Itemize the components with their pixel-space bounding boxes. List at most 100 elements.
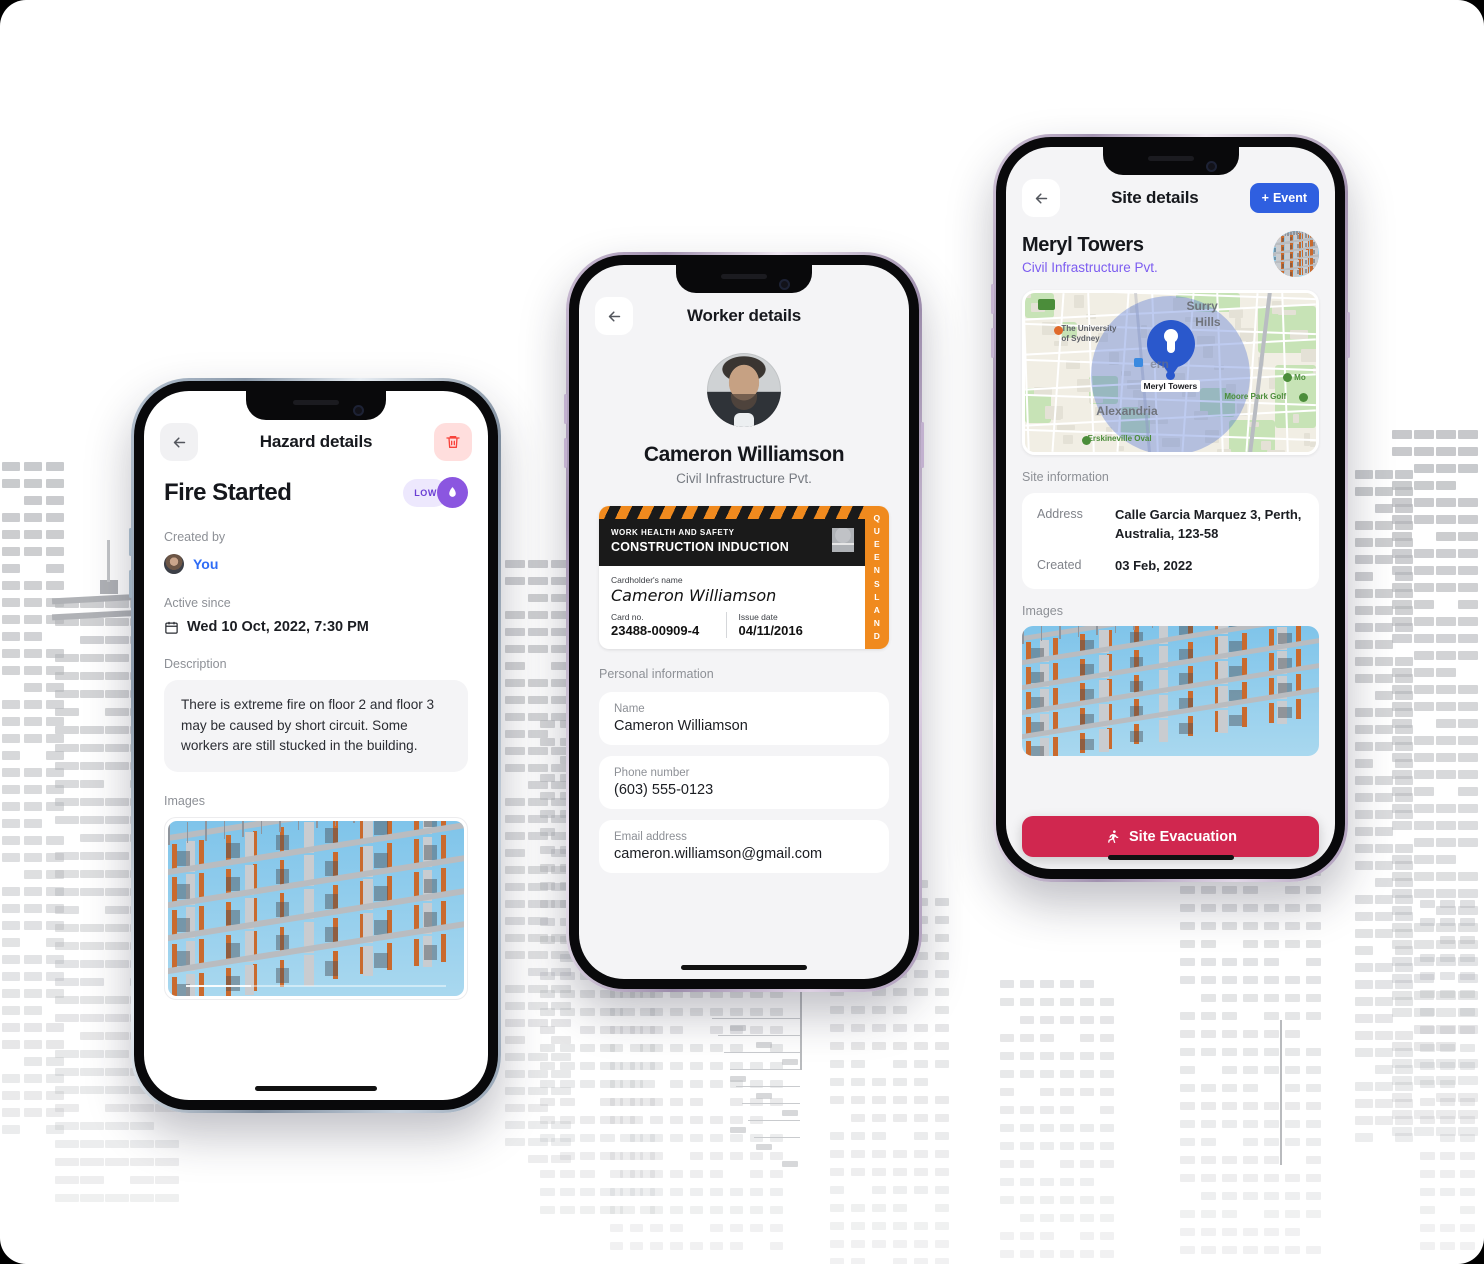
- skyline-window: [1392, 957, 1412, 966]
- worker-content: Cameron Williamson Civil Infrastructure …: [579, 353, 909, 873]
- skyline-window: [730, 1025, 746, 1031]
- skyline-window: [505, 1053, 525, 1061]
- skyline-window: [505, 798, 525, 806]
- skyline-window: [105, 1086, 129, 1094]
- skyline-window: [1180, 904, 1195, 912]
- created-by-row[interactable]: You: [164, 554, 468, 574]
- skyline-window: [528, 1104, 548, 1112]
- skyline-window: [80, 852, 104, 860]
- skyline-window: [1375, 844, 1393, 853]
- delete-button[interactable]: [434, 423, 472, 461]
- skyline-window: [1440, 1152, 1455, 1160]
- skyline-window: [2, 972, 20, 981]
- skyline-window: [1440, 1188, 1455, 1196]
- skyline-window: [872, 1096, 886, 1104]
- skyline-window: [1355, 521, 1373, 530]
- skyline-window: [750, 1098, 763, 1106]
- skyline-window: [1375, 912, 1393, 921]
- skyline-window: [1458, 430, 1478, 439]
- skyline-window: [1395, 1099, 1413, 1108]
- skyline-window: [1040, 1232, 1054, 1240]
- volume-down-button[interactable]: [564, 438, 567, 468]
- created-by-value[interactable]: You: [193, 556, 218, 572]
- site-map[interactable]: Meryl Towers Surry Hills The University of S…: [1022, 290, 1319, 455]
- volume-down-button[interactable]: [991, 328, 994, 358]
- field-email-address[interactable]: Email address cameron.williamson@gmail.c…: [599, 820, 889, 873]
- power-button[interactable]: [1347, 312, 1350, 358]
- skyline-window: [1355, 742, 1373, 751]
- skyline-window: [1180, 940, 1195, 948]
- skyline-window: [46, 581, 64, 590]
- skyline-window: [851, 1114, 865, 1122]
- info-key: Created: [1037, 557, 1082, 572]
- skyline-window: [750, 1116, 763, 1124]
- skyline-window: [55, 1014, 79, 1022]
- skyline-window: [770, 1206, 783, 1214]
- skyline-window: [1392, 736, 1412, 745]
- skyline-window: [1436, 430, 1456, 439]
- skyline-window: [1436, 940, 1456, 949]
- volume-up-button[interactable]: [991, 284, 994, 314]
- skyline-window: [630, 1242, 643, 1250]
- skyline-window: [580, 1062, 595, 1070]
- skyline-window: [640, 1098, 655, 1106]
- scaffold-bar: [1096, 625, 1098, 635]
- shadow-gap: [423, 845, 437, 861]
- field-name[interactable]: Name Cameron Williamson: [599, 692, 889, 745]
- volume-buttons[interactable]: [129, 528, 132, 556]
- volume-up-button[interactable]: [564, 394, 567, 424]
- skyline-window: [670, 1098, 683, 1106]
- skyline-window: [1355, 589, 1373, 598]
- skyline-window: [600, 1206, 615, 1214]
- volume-down-button[interactable]: [129, 570, 132, 598]
- skyline-window: [80, 1086, 104, 1094]
- skyline-window: [1392, 1076, 1412, 1085]
- skyline-window: [540, 720, 555, 728]
- skyline-window: [1392, 1110, 1412, 1119]
- back-button[interactable]: [595, 297, 633, 335]
- skyline-window: [1460, 1224, 1475, 1232]
- skyline-window: [46, 1125, 64, 1134]
- skyline-window: [1201, 1012, 1216, 1020]
- info-value: Calle Garcia Marquez 3, Perth, Australia…: [1115, 507, 1302, 541]
- skyline-window: [600, 990, 615, 998]
- skyline-window: [560, 1098, 575, 1106]
- site-image-card[interactable]: [1022, 625, 1319, 756]
- concrete-column: [1158, 719, 1169, 743]
- site-evacuation-button[interactable]: Site Evacuation: [1022, 816, 1319, 857]
- hazard-image-card[interactable]: [164, 816, 468, 1000]
- avatar: [707, 353, 781, 427]
- map-label: of Sydney: [1061, 334, 1100, 344]
- skyline-window: [1440, 1044, 1455, 1052]
- field-phone-number[interactable]: Phone number (603) 555-0123: [599, 756, 889, 809]
- back-button[interactable]: [1022, 179, 1060, 217]
- skyline-window: [1264, 1228, 1279, 1236]
- add-event-button[interactable]: + Event: [1249, 183, 1319, 213]
- skyline-window: [670, 1224, 683, 1232]
- skyline-window: [1436, 549, 1456, 558]
- construction-induction-card[interactable]: WORK HEALTH AND SAFETY CONSTRUCTION INDU…: [599, 506, 889, 649]
- skyline-window: [1180, 922, 1195, 930]
- back-button[interactable]: [160, 423, 198, 461]
- skyline-window: [1436, 821, 1456, 830]
- shadow-gap: [1297, 261, 1300, 266]
- skyline-window: [893, 1204, 907, 1212]
- skyline-window: [540, 792, 555, 800]
- skyline-window: [1420, 972, 1435, 980]
- skyline-window: [24, 513, 42, 522]
- skyline-window: [1355, 912, 1373, 921]
- power-button[interactable]: [921, 422, 924, 468]
- skyline-window: [1355, 946, 1373, 955]
- scaffold-bar: [1298, 231, 1301, 235]
- skyline-window: [1040, 1124, 1054, 1132]
- skyline-window: [1020, 1016, 1034, 1024]
- skyline-window: [528, 832, 548, 840]
- skyline-window: [830, 1204, 844, 1212]
- site-thumbnail[interactable]: [1273, 231, 1319, 277]
- skyline-window: [1306, 940, 1321, 948]
- scaffold-bar: [334, 820, 336, 826]
- phone-screen: Worker details Cameron Williamson Civil …: [579, 265, 909, 979]
- rust-column: [1242, 707, 1247, 728]
- skyline-window: [505, 645, 525, 653]
- home-indicator: [255, 1086, 377, 1091]
